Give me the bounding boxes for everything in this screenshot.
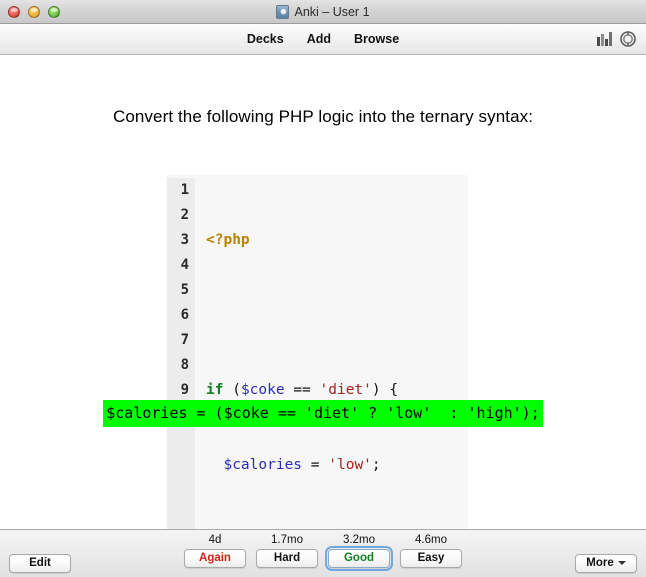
card-area: Convert the following PHP logic into the… (0, 55, 646, 577)
toolbar-link-browse[interactable]: Browse (354, 32, 399, 46)
ease-buttons: 4d Again 1.7mo Hard 3.2mo Good 4.6mo Eas… (182, 533, 464, 571)
window-title-text: Anki – User 1 (294, 4, 370, 19)
window-title: Anki – User 1 (276, 4, 370, 19)
answer-text: $calories = ($coke == 'diet' ? 'low' : '… (103, 400, 543, 427)
stats-icon[interactable] (597, 32, 612, 46)
easy-button[interactable]: Easy (400, 549, 462, 568)
toolbar-links: Decks Add Browse (247, 32, 399, 46)
anki-app-icon (276, 4, 290, 19)
more-button[interactable]: More (575, 554, 637, 573)
zoom-button[interactable] (48, 5, 60, 18)
anki-window: Anki – User 1 Decks Add Browse Convert t… (0, 0, 646, 577)
toolbar-link-add[interactable]: Add (307, 32, 331, 46)
ease-column-good: 3.2mo Good (325, 533, 393, 571)
code-line: <?php (206, 232, 250, 248)
ease-column-again: 4d Again (182, 533, 248, 568)
ease-column-easy: 4.6mo Easy (398, 533, 464, 568)
edit-button[interactable]: Edit (9, 554, 71, 573)
minimize-button[interactable] (28, 5, 40, 18)
window-controls (8, 5, 60, 18)
line-number: 5 (180, 282, 189, 298)
ease-interval-good: 3.2mo (343, 534, 375, 546)
chevron-down-icon (617, 560, 626, 565)
ease-interval-again: 4d (208, 534, 222, 546)
code-gutter: 1 2 3 4 5 6 7 8 9 (167, 178, 195, 577)
good-button[interactable]: Good (325, 546, 393, 571)
line-number: 3 (180, 232, 189, 248)
answer-bar: Edit 4d Again 1.7mo Hard 3.2mo Good 4.6m… (0, 529, 646, 577)
ease-column-hard: 1.7mo Hard (254, 533, 320, 568)
line-number: 1 (180, 182, 189, 198)
again-button[interactable]: Again (184, 549, 246, 568)
ease-interval-hard: 1.7mo (271, 534, 303, 546)
code-lines: <?php if ($coke == 'diet') { $calories =… (195, 178, 468, 577)
line-number: 8 (180, 357, 189, 373)
answer-area: $calories = ($coke == 'diet' ? 'low' : '… (0, 400, 646, 427)
line-number: 2 (180, 207, 189, 223)
close-button[interactable] (8, 5, 20, 18)
toolbar-link-decks[interactable]: Decks (247, 32, 284, 46)
toolbar-icons (597, 31, 636, 47)
code-line: $calories = 'low'; (223, 457, 381, 473)
code-block: 1 2 3 4 5 6 7 8 9 <?php if ($coke == 'di… (167, 175, 468, 577)
line-number: 7 (180, 332, 189, 348)
line-number: 6 (180, 307, 189, 323)
title-bar: Anki – User 1 (0, 0, 646, 24)
line-number: 4 (180, 257, 189, 273)
ease-interval-easy: 4.6mo (415, 534, 447, 546)
question-text: Convert the following PHP logic into the… (112, 107, 534, 126)
more-button-label: More (586, 557, 614, 569)
main-toolbar: Decks Add Browse (0, 24, 646, 55)
sync-icon[interactable] (620, 31, 636, 47)
hard-button[interactable]: Hard (256, 549, 318, 568)
